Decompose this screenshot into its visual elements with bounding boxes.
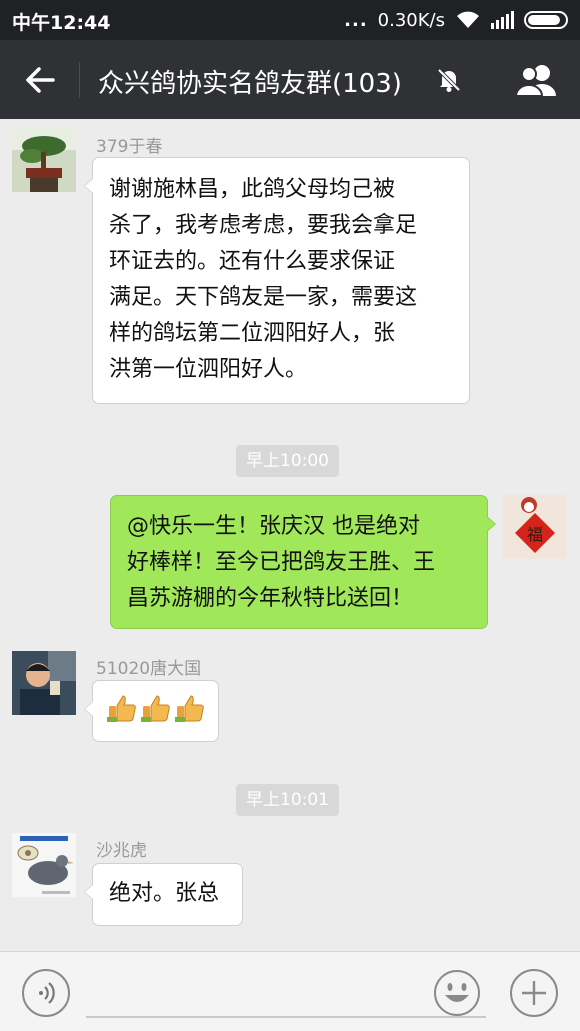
group-members-icon	[514, 65, 556, 97]
emoji-button[interactable]	[433, 969, 481, 1017]
sender-name: 379于春	[96, 137, 163, 157]
voice-button[interactable]	[22, 969, 70, 1017]
battery-icon	[524, 11, 568, 29]
title-bar: 众兴鸽协实名鸽友群(103)	[0, 40, 580, 119]
emoji-icon	[434, 970, 480, 1016]
voice-icon	[39, 982, 55, 1004]
message-text: 绝对。张总	[109, 881, 220, 906]
status-bar: 中午12:44 ... 0.30K/s	[0, 0, 580, 40]
bonsai-avatar	[12, 128, 76, 192]
plus-icon	[522, 981, 546, 1005]
thumbs-up-icon	[107, 695, 136, 722]
child-photo-avatar	[12, 651, 76, 715]
status-dots: ...	[344, 9, 368, 31]
chat-title: 众兴鸽协实名鸽友群(103)	[98, 69, 402, 99]
avatar-self[interactable]: 福	[503, 495, 567, 559]
message-input[interactable]	[86, 970, 486, 1018]
group-members-button[interactable]	[512, 60, 562, 100]
network-speed: 0.30K/s	[377, 9, 445, 31]
svg-text:福: 福	[527, 525, 543, 544]
chat-area[interactable]: 379于春 谢谢施林昌，此鸽父母均己被 杀了，我考虑考虑，要我会拿足 环证去的。…	[0, 119, 580, 951]
mute-bell-icon	[437, 68, 461, 92]
message-text: @快乐一生！张庆汉 也是绝对 好棒样！至今已把鸽友王胜、王 昌苏游棚的今年秋特比…	[127, 514, 436, 611]
back-button[interactable]	[0, 40, 80, 119]
sender-name: 沙兆虎	[96, 841, 147, 861]
pigeon-avatar	[12, 833, 76, 897]
avatar-child[interactable]	[12, 651, 76, 715]
message-bubble-received[interactable]: 谢谢施林昌，此鸽父母均己被 杀了，我考虑考虑，要我会拿足 环证去的。还有什么要求…	[84, 157, 470, 404]
wifi-icon	[457, 11, 479, 28]
timestamp: 早上10:01	[236, 784, 339, 816]
thumbs-up-icon	[141, 695, 170, 722]
fu-character-avatar: 福	[503, 495, 567, 559]
message-bubble-received[interactable]	[84, 680, 219, 742]
message-bubble-received[interactable]: 绝对。张总	[84, 863, 243, 926]
thumbs-up-icon	[175, 695, 204, 722]
more-button[interactable]	[510, 969, 558, 1017]
back-arrow-icon	[26, 66, 55, 93]
signal-icon	[491, 11, 514, 29]
avatar-pigeon[interactable]	[12, 833, 76, 897]
message-bubble-sent[interactable]: @快乐一生！张庆汉 也是绝对 好棒样！至今已把鸽友王胜、王 昌苏游棚的今年秋特比…	[110, 495, 496, 629]
message-text: 谢谢施林昌，此鸽父母均己被 杀了，我考虑考虑，要我会拿足 环证去的。还有什么要求…	[109, 177, 418, 382]
input-bar	[0, 951, 580, 1031]
avatar-bonsai[interactable]	[12, 128, 76, 192]
sender-name: 51020唐大国	[96, 659, 202, 679]
timestamp: 早上10:00	[236, 445, 339, 477]
status-time: 中午12:44	[12, 12, 111, 34]
